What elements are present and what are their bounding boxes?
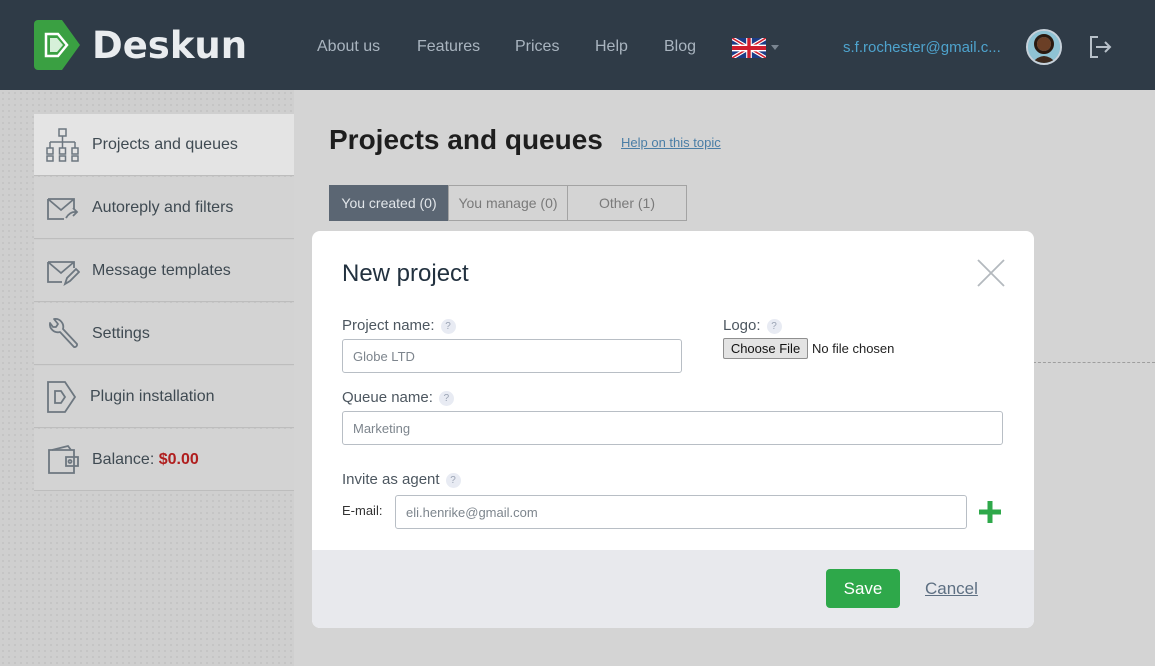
logo-label-text: Logo: — [723, 317, 761, 334]
tab-you-manage[interactable]: You manage (0) — [448, 185, 568, 221]
queue-name-input[interactable] — [342, 411, 1003, 445]
logout-icon[interactable] — [1087, 34, 1113, 60]
save-button[interactable]: Save — [826, 569, 900, 608]
agent-email-input[interactable] — [395, 495, 967, 529]
project-name-label: Project name:? — [342, 317, 456, 334]
modal-title: New project — [342, 260, 469, 287]
mail-edit-icon — [47, 261, 80, 287]
user-email[interactable]: s.f.rochester@gmail.c... — [843, 39, 1001, 56]
nav-about-us[interactable]: About us — [317, 38, 380, 56]
new-project-modal: New project Project name:? Logo:? Choose… — [312, 231, 1034, 628]
sidebar-item-balance[interactable]: Balance: $0.00 — [34, 429, 294, 491]
sidebar-item-label: Projects and queues — [92, 136, 238, 153]
choose-file-button[interactable]: Choose File — [723, 338, 808, 359]
nav-features[interactable]: Features — [417, 38, 480, 56]
logo-text: Deskun — [92, 24, 248, 67]
sidebar-item-label: Autoreply and filters — [92, 199, 234, 216]
nav-help[interactable]: Help — [595, 38, 628, 56]
help-icon[interactable]: ? — [766, 319, 782, 334]
sidebar: Projects and queues Autoreply and filter… — [0, 90, 294, 666]
sidebar-item-plugin-installation[interactable]: Plugin installation — [34, 366, 294, 428]
plugin-icon — [47, 381, 77, 413]
invite-agent-label: Invite as agent? — [342, 471, 461, 488]
sidebar-item-settings[interactable]: Settings — [34, 303, 294, 365]
tab-other[interactable]: Other (1) — [567, 185, 687, 221]
divider — [1033, 362, 1155, 363]
sidebar-item-message-templates[interactable]: Message templates — [34, 240, 294, 302]
modal-footer: Save Cancel — [312, 550, 1034, 628]
language-dropdown-chevron-icon[interactable] — [771, 45, 779, 50]
help-icon[interactable]: ? — [438, 391, 454, 406]
balance-text: Balance: $0.00 — [92, 451, 199, 469]
logo-label: Logo:? — [723, 317, 782, 334]
nav-blog[interactable]: Blog — [664, 38, 696, 56]
hierarchy-icon — [46, 128, 79, 162]
avatar[interactable] — [1026, 29, 1062, 65]
sidebar-item-label: Settings — [92, 325, 150, 342]
help-icon[interactable]: ? — [440, 319, 456, 334]
plus-icon[interactable] — [977, 499, 1003, 525]
invite-agent-label-text: Invite as agent — [342, 471, 440, 488]
balance-value: $0.00 — [158, 451, 199, 468]
queue-name-label-text: Queue name: — [342, 389, 433, 406]
sidebar-item-projects-and-queues[interactable]: Projects and queues — [34, 114, 294, 176]
email-label: E-mail: — [342, 503, 383, 518]
close-icon[interactable] — [976, 258, 1006, 288]
sidebar-item-label: Message templates — [92, 262, 231, 279]
queue-name-label: Queue name:? — [342, 389, 454, 406]
wallet-icon — [48, 444, 79, 474]
sidebar-item-autoreply-and-filters[interactable]: Autoreply and filters — [34, 177, 294, 239]
help-link[interactable]: Help on this topic — [621, 135, 721, 150]
page-title: Projects and queues — [329, 124, 603, 155]
tab-you-created[interactable]: You created (0) — [329, 185, 449, 221]
tab-bar: You created (0) You manage (0) Other (1) — [329, 185, 687, 221]
help-icon[interactable]: ? — [445, 473, 461, 488]
flag-uk-icon[interactable] — [732, 38, 766, 58]
cancel-button[interactable]: Cancel — [925, 579, 978, 599]
sidebar-item-label: Plugin installation — [90, 388, 215, 405]
nav-prices[interactable]: Prices — [515, 38, 559, 56]
file-status: No file chosen — [812, 341, 895, 356]
deskun-logo-icon[interactable] — [34, 20, 80, 70]
balance-label: Balance: — [92, 451, 155, 468]
top-header: Deskun About us Features Prices Help Blo… — [0, 0, 1155, 90]
mail-forward-icon — [47, 198, 79, 220]
wrench-icon — [49, 318, 78, 348]
project-name-label-text: Project name: — [342, 317, 435, 334]
project-name-input[interactable] — [342, 339, 682, 373]
